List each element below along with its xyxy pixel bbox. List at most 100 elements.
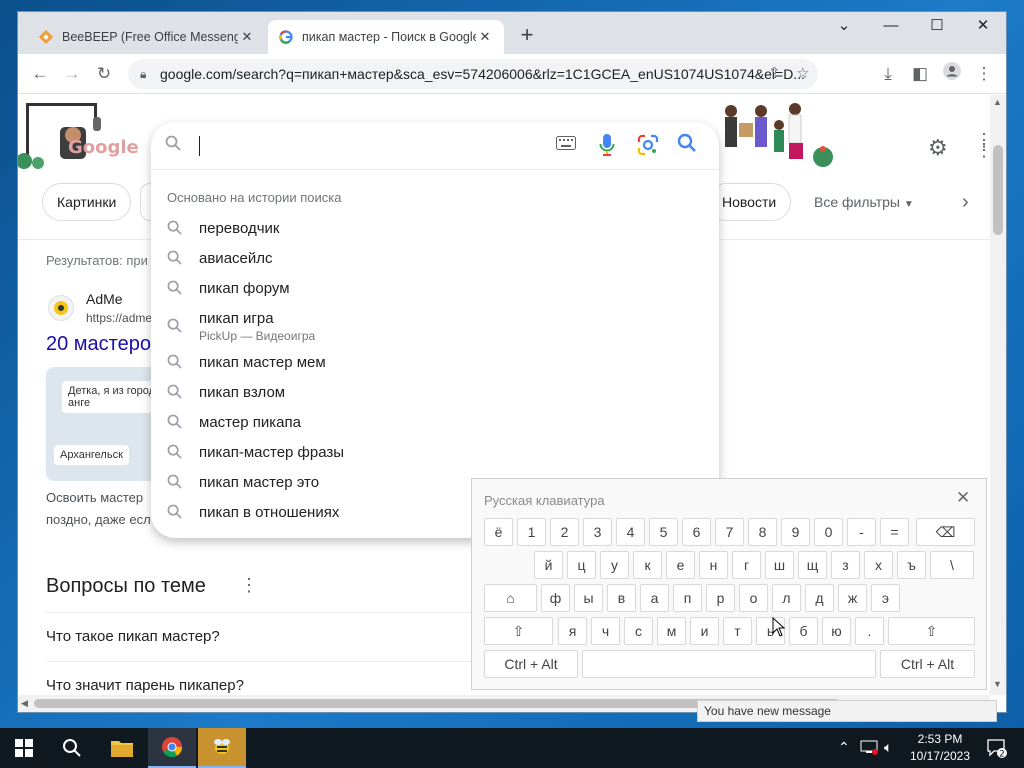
key-row3-5[interactable]: р <box>706 584 735 612</box>
key-row4-1[interactable]: ч <box>591 617 620 645</box>
tab-google-search[interactable]: пикап мастер - Поиск в Google ✕ <box>268 20 504 54</box>
key-row2-12[interactable]: \ <box>930 551 974 579</box>
reload-icon[interactable]: ↻ <box>92 62 116 86</box>
bookmark-star-icon[interactable]: ☆ <box>796 59 809 89</box>
search-submit-icon[interactable] <box>677 133 697 158</box>
key-row4-2[interactable]: с <box>624 617 653 645</box>
key-row2-11[interactable]: ъ <box>897 551 926 579</box>
file-explorer-icon[interactable] <box>98 728 146 768</box>
network-icon[interactable] <box>860 739 878 768</box>
key-row2-4[interactable]: е <box>666 551 695 579</box>
key-row3-6[interactable]: о <box>739 584 768 612</box>
key-4[interactable]: 4 <box>616 518 645 546</box>
key-row2-7[interactable]: ш <box>765 551 794 579</box>
new-tab-button[interactable]: + <box>516 24 538 47</box>
google-apps-icon[interactable]: ⋮⋮⋮ <box>975 131 990 159</box>
keyboard-close-icon[interactable]: ✕ <box>956 488 970 508</box>
key-9[interactable]: 9 <box>781 518 810 546</box>
key-row3-2[interactable]: в <box>607 584 636 612</box>
download-icon[interactable]: ⤓ <box>876 62 900 86</box>
search-taskbar-icon[interactable] <box>48 728 96 768</box>
key-row2-9[interactable]: з <box>831 551 860 579</box>
suggestion-item[interactable]: пикап игра PickUp — Видеоигра <box>151 304 719 343</box>
shift-right-key[interactable]: ⇧ <box>888 617 975 645</box>
tab-close-icon[interactable]: ✕ <box>476 28 494 46</box>
key-row3-8[interactable]: д <box>805 584 834 612</box>
forward-icon[interactable]: → <box>60 62 84 86</box>
key-8[interactable]: 8 <box>748 518 777 546</box>
key-row3-9[interactable]: ж <box>838 584 867 612</box>
paa-question-1[interactable]: Что такое пикап мастер? <box>46 628 220 645</box>
voice-search-mic-icon[interactable] <box>599 133 615 162</box>
suggestion-item[interactable]: переводчик <box>151 214 719 244</box>
address-bar[interactable]: 🔒︎ google.com/search?q=пикап+мастер&sca_… <box>128 59 818 89</box>
google-lens-icon[interactable] <box>637 134 659 161</box>
share-icon[interactable]: ⇪ <box>768 59 781 89</box>
chevron-right-icon[interactable]: › <box>962 191 969 214</box>
ctrl-alt-right-key[interactable]: Ctrl + Alt <box>880 650 975 678</box>
scroll-up-icon[interactable]: ▲ <box>993 97 1002 107</box>
key-2[interactable]: 2 <box>550 518 579 546</box>
key-row3-0[interactable]: ф <box>541 584 570 612</box>
key-row3-7[interactable]: л <box>772 584 801 612</box>
system-clock[interactable]: 2:53 PM 10/17/2023 <box>902 731 978 765</box>
key-row4-9[interactable]: . <box>855 617 884 645</box>
key-row2-3[interactable]: к <box>633 551 662 579</box>
chip-news[interactable]: Новости <box>707 183 792 221</box>
keyboard-icon[interactable] <box>556 136 576 155</box>
google-doodle-logo[interactable]: Google <box>18 97 148 172</box>
spacebar-key[interactable] <box>582 650 876 678</box>
key-row4-0[interactable]: я <box>558 617 587 645</box>
key-10[interactable]: 0 <box>814 518 843 546</box>
key-row3-10[interactable]: э <box>871 584 900 612</box>
all-filters-dropdown[interactable]: Все фильтры ▼ <box>814 183 914 221</box>
result-site-url[interactable]: https://adme <box>86 311 152 325</box>
key-11[interactable]: - <box>847 518 876 546</box>
suggestion-item[interactable]: мастер пикапа <box>151 408 719 438</box>
result-site-name[interactable]: AdMe <box>86 291 123 307</box>
start-button[interactable] <box>0 728 48 768</box>
minimize-button[interactable]: — <box>868 12 914 42</box>
suggestion-item[interactable]: пикап взлом <box>151 378 719 408</box>
maximize-button[interactable]: ☐ <box>914 12 960 42</box>
key-row2-8[interactable]: щ <box>798 551 827 579</box>
paa-question-2[interactable]: Что значит парень пикапер? <box>46 677 244 694</box>
key-row3-4[interactable]: п <box>673 584 702 612</box>
home-key[interactable]: ⌂ <box>484 584 537 612</box>
tab-close-icon[interactable]: ✕ <box>238 28 256 46</box>
suggestion-item[interactable]: пикап-мастер фразы <box>151 438 719 468</box>
vertical-scrollbar[interactable]: ▲ ▼ <box>990 95 1006 695</box>
suggestion-item[interactable]: пикап мастер мем <box>151 348 719 378</box>
key-row4-4[interactable]: и <box>690 617 719 645</box>
more-options-icon[interactable]: ⋮ <box>240 575 258 596</box>
back-icon[interactable]: ← <box>28 62 52 86</box>
key-row2-10[interactable]: х <box>864 551 893 579</box>
side-panel-icon[interactable]: ◧ <box>908 62 932 86</box>
chrome-taskbar-icon[interactable] <box>148 728 196 768</box>
key-row2-5[interactable]: н <box>699 551 728 579</box>
beebeep-taskbar-icon[interactable] <box>198 728 246 768</box>
key-row4-7[interactable]: б <box>789 617 818 645</box>
key-row4-3[interactable]: м <box>657 617 686 645</box>
scroll-thumb[interactable] <box>993 145 1003 235</box>
key-0[interactable]: ё <box>484 518 513 546</box>
key-row2-0[interactable]: й <box>534 551 563 579</box>
key-7[interactable]: 7 <box>715 518 744 546</box>
settings-gear-icon[interactable]: ⚙ <box>928 135 948 161</box>
search-input[interactable] <box>151 122 719 170</box>
result-title-link[interactable]: 20 мастеро <box>46 333 151 356</box>
profile-avatar-icon[interactable] <box>940 62 964 86</box>
ctrl-alt-left-key[interactable]: Ctrl + Alt <box>484 650 578 678</box>
scroll-down-icon[interactable]: ▼ <box>993 679 1002 689</box>
close-window-button[interactable]: ✕ <box>960 12 1006 42</box>
tab-search-icon[interactable]: ⌄ <box>821 12 867 42</box>
scroll-left-icon[interactable]: ◀ <box>21 698 28 709</box>
key-row3-1[interactable]: ы <box>574 584 603 612</box>
suggestion-item[interactable]: пикап форум <box>151 274 719 304</box>
key-row2-6[interactable]: г <box>732 551 761 579</box>
key-1[interactable]: 1 <box>517 518 546 546</box>
shift-left-key[interactable]: ⇧ <box>484 617 553 645</box>
notification-popup[interactable]: You have new message <box>697 700 997 722</box>
notification-center-icon[interactable]: 2 <box>986 737 1008 768</box>
volume-muted-icon[interactable]: 🔈︎ <box>884 739 892 768</box>
